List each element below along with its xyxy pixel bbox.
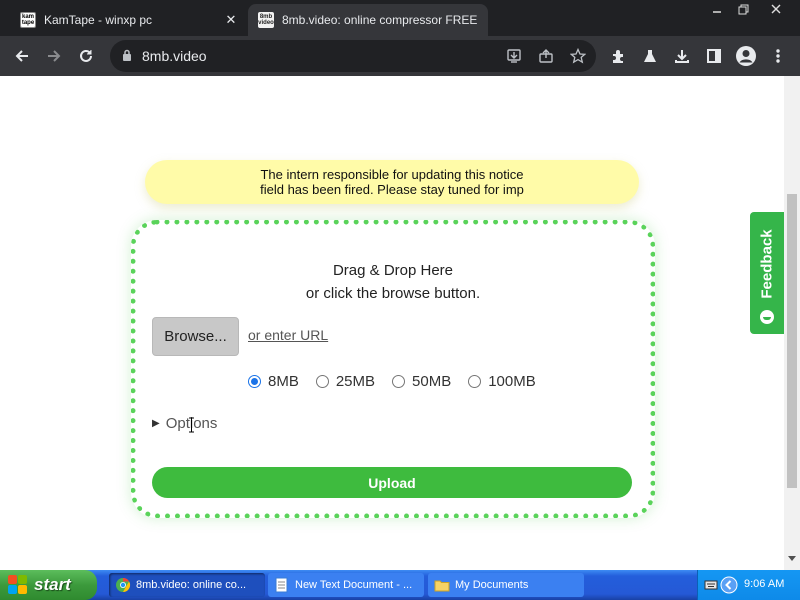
profile-icon[interactable] [732, 42, 760, 70]
drop-zone-title: Drag & Drop Here [332, 262, 454, 279]
extensions-icon[interactable] [604, 42, 632, 70]
radio-button[interactable] [248, 375, 261, 388]
start-label: start [34, 575, 71, 594]
tab-kamtape[interactable]: kam tape KamTape - winxp pc ✕ [10, 4, 248, 36]
8mb-favicon: 8mb video [258, 12, 274, 28]
start-button[interactable]: start [0, 570, 97, 600]
side-panel-icon[interactable] [700, 42, 728, 70]
lock-icon[interactable] [122, 49, 132, 67]
window-restore-button[interactable] [730, 0, 756, 18]
browser-toolbar: 8mb.video [0, 36, 800, 76]
size-option-50mb[interactable]: 50MB [392, 373, 451, 390]
scrollbar-thumb[interactable] [787, 194, 797, 488]
browse-button[interactable]: Browse... [152, 317, 239, 356]
keyboard-icon[interactable] [704, 578, 718, 592]
taskbar-item-label: My Documents [455, 579, 529, 591]
tab-title: KamTape - winxp pc [44, 13, 153, 27]
drop-zone-instructions: Drag & Drop Here or click the browse but… [136, 259, 650, 305]
menu-icon[interactable] [764, 42, 792, 70]
scroll-down-icon[interactable] [788, 556, 796, 561]
clock: 9:06 AM [744, 578, 785, 590]
notice-line: field has been fired. Please stay tuned … [260, 182, 524, 197]
feedback-tab[interactable]: Feedback [750, 212, 784, 334]
size-label: 25MB [335, 373, 376, 390]
taskbar-item-notepad[interactable]: New Text Document - ... [268, 573, 424, 597]
bookmark-star-icon[interactable] [567, 46, 589, 66]
notepad-icon [275, 577, 288, 593]
notice-line: The intern responsible for updating this… [260, 167, 524, 182]
radio-button[interactable] [315, 375, 329, 388]
size-option-8mb[interactable]: 8MB [248, 373, 299, 390]
reload-icon[interactable] [72, 42, 100, 70]
drop-zone-subtitle: or click the browse button. [305, 285, 481, 302]
radio-button[interactable] [392, 375, 406, 388]
system-tray: 9:06 AM [697, 570, 800, 600]
url-text[interactable]: 8mb.video [142, 48, 207, 64]
forward-icon[interactable] [40, 42, 68, 70]
taskbar-item-chrome[interactable]: 8mb.video: online co... [109, 573, 265, 597]
caret-right-icon: ▶ [152, 418, 160, 429]
size-label: 50MB [412, 373, 452, 390]
downloads-icon[interactable] [668, 42, 696, 70]
share-icon[interactable] [535, 46, 557, 66]
text-cursor-icon [189, 417, 194, 433]
size-option-100mb[interactable]: 100MB [468, 373, 536, 390]
window-minimize-button[interactable] [704, 0, 730, 18]
upload-button[interactable]: Upload [152, 467, 632, 498]
size-label: 100MB [488, 373, 536, 390]
taskbar-item-my-documents[interactable]: My Documents [428, 573, 584, 597]
enter-url-link[interactable]: or enter URL [248, 327, 328, 343]
tab-8mb-video[interactable]: 8mb video 8mb.video: online compressor F… [248, 4, 488, 36]
chrome-icon [116, 577, 131, 593]
size-radio-group: 8MB 25MB 50MB 100MB [248, 373, 553, 390]
options-toggle[interactable]: ▶ Options [152, 415, 217, 432]
smiley-icon [760, 310, 774, 324]
radio-button[interactable] [468, 375, 482, 388]
drop-zone[interactable]: Drag & Drop Here or click the browse but… [131, 220, 655, 518]
close-icon[interactable]: ✕ [222, 11, 240, 29]
install-icon[interactable] [503, 46, 525, 66]
labs-flask-icon[interactable] [636, 42, 664, 70]
feedback-label: Feedback [758, 229, 776, 299]
tab-title: 8mb.video: online compressor FREE [282, 13, 478, 27]
tray-arrow-icon[interactable] [720, 576, 738, 594]
size-label: 8MB [268, 373, 299, 390]
taskbar-item-label: New Text Document - ... [295, 579, 413, 591]
taskbar-item-label: 8mb.video: online co... [136, 579, 247, 591]
back-icon[interactable] [8, 42, 36, 70]
browser-tab-strip: kam tape KamTape - winxp pc ✕ 8mb video … [0, 0, 800, 36]
window-close-button[interactable] [760, 0, 792, 18]
size-option-25mb[interactable]: 25MB [315, 373, 376, 390]
kamtape-favicon: kam tape [20, 12, 36, 28]
windows-logo-icon [8, 575, 28, 595]
page-content: The intern responsible for updating this… [0, 76, 784, 570]
vertical-scrollbar[interactable] [784, 76, 800, 570]
folder-icon [434, 580, 450, 592]
taskbar: start 8mb.video: online co... New Text D… [0, 570, 800, 600]
notice-banner: The intern responsible for updating this… [145, 160, 639, 204]
address-bar[interactable]: 8mb.video [110, 40, 596, 72]
screen: kam tape KamTape - winxp pc ✕ 8mb video … [0, 0, 800, 600]
